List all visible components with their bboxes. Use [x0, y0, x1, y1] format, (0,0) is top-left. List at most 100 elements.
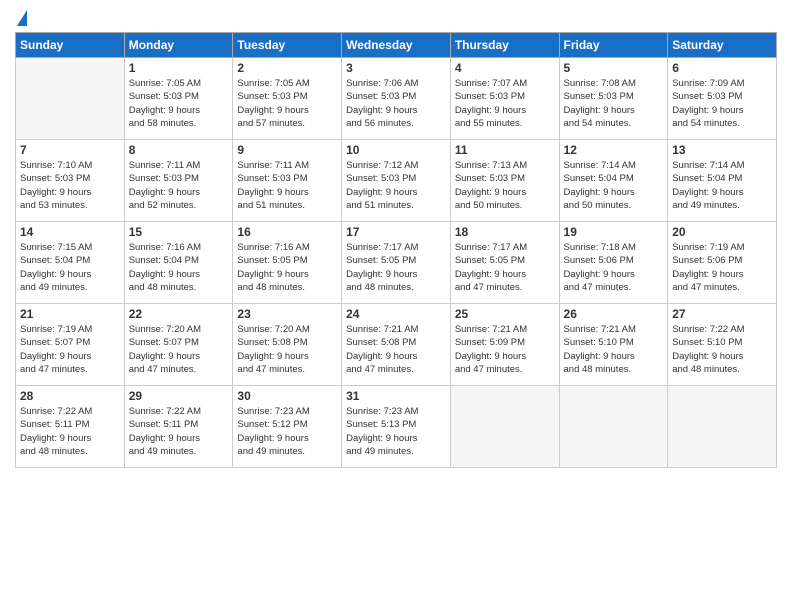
calendar-cell	[16, 58, 125, 140]
column-header-wednesday: Wednesday	[342, 33, 451, 58]
day-number: 6	[672, 61, 772, 75]
day-number: 25	[455, 307, 555, 321]
day-number: 11	[455, 143, 555, 157]
logo-text	[15, 10, 27, 26]
day-number: 1	[129, 61, 229, 75]
day-info: Sunrise: 7:23 AMSunset: 5:12 PMDaylight:…	[237, 405, 337, 458]
day-info: Sunrise: 7:21 AMSunset: 5:09 PMDaylight:…	[455, 323, 555, 376]
calendar-cell: 8Sunrise: 7:11 AMSunset: 5:03 PMDaylight…	[124, 140, 233, 222]
day-info: Sunrise: 7:07 AMSunset: 5:03 PMDaylight:…	[455, 77, 555, 130]
day-info: Sunrise: 7:19 AMSunset: 5:07 PMDaylight:…	[20, 323, 120, 376]
day-number: 2	[237, 61, 337, 75]
calendar-cell: 3 Sunrise: 7:06 AMSunset: 5:03 PMDaylight…	[342, 58, 451, 140]
calendar-cell: 22 Sunrise: 7:20 AMSunset: 5:07 PMDayligh…	[124, 304, 233, 386]
day-info: Sunrise: 7:21 AMSunset: 5:10 PMDaylight:…	[564, 323, 664, 376]
day-info: Sunrise: 7:13 AMSunset: 5:03 PMDaylight:…	[455, 159, 555, 212]
calendar-cell: 13 Sunrise: 7:14 AMSunset: 5:04 PMDayligh…	[668, 140, 777, 222]
calendar-cell: 4 Sunrise: 7:07 AMSunset: 5:03 PMDaylight…	[450, 58, 559, 140]
calendar-cell: 23Sunrise: 7:20 AMSunset: 5:08 PMDayligh…	[233, 304, 342, 386]
day-number: 28	[20, 389, 120, 403]
calendar-cell: 29 Sunrise: 7:22 AMSunset: 5:11 PMDayligh…	[124, 386, 233, 468]
calendar-cell	[668, 386, 777, 468]
day-number: 19	[564, 225, 664, 239]
day-info: Sunrise: 7:18 AMSunset: 5:06 PMDaylight:…	[564, 241, 664, 294]
calendar-cell	[450, 386, 559, 468]
day-number: 22	[129, 307, 229, 321]
day-info: Sunrise: 7:06 AMSunset: 5:03 PMDaylight:…	[346, 77, 446, 130]
logo-triangle-icon	[17, 10, 27, 26]
day-number: 26	[564, 307, 664, 321]
calendar-cell: 25 Sunrise: 7:21 AMSunset: 5:09 PMDayligh…	[450, 304, 559, 386]
day-number: 29	[129, 389, 229, 403]
day-info: Sunrise: 7:21 AMSunset: 5:08 PMDaylight:…	[346, 323, 446, 376]
day-number: 17	[346, 225, 446, 239]
day-info: Sunrise: 7:22 AMSunset: 5:10 PMDaylight:…	[672, 323, 772, 376]
calendar-cell: 12 Sunrise: 7:14 AMSunset: 5:04 PMDayligh…	[559, 140, 668, 222]
day-number: 16	[237, 225, 337, 239]
week-row-1: 1 Sunrise: 7:05 AMSunset: 5:03 PMDaylight…	[16, 58, 777, 140]
day-info: Sunrise: 7:20 AMSunset: 5:08 PMDaylight:…	[237, 323, 337, 376]
calendar-cell: 30Sunrise: 7:23 AMSunset: 5:12 PMDayligh…	[233, 386, 342, 468]
day-info: Sunrise: 7:12 AMSunset: 5:03 PMDaylight:…	[346, 159, 446, 212]
week-row-4: 21 Sunrise: 7:19 AMSunset: 5:07 PMDayligh…	[16, 304, 777, 386]
day-number: 21	[20, 307, 120, 321]
day-number: 7	[20, 143, 120, 157]
calendar-cell: 17Sunrise: 7:17 AMSunset: 5:05 PMDayligh…	[342, 222, 451, 304]
calendar-cell: 2 Sunrise: 7:05 AMSunset: 5:03 PMDaylight…	[233, 58, 342, 140]
calendar-cell: 6 Sunrise: 7:09 AMSunset: 5:03 PMDaylight…	[668, 58, 777, 140]
day-number: 9	[237, 143, 337, 157]
day-info: Sunrise: 7:16 AMSunset: 5:04 PMDaylight:…	[129, 241, 229, 294]
day-number: 24	[346, 307, 446, 321]
day-number: 15	[129, 225, 229, 239]
calendar-cell: 31Sunrise: 7:23 AMSunset: 5:13 PMDayligh…	[342, 386, 451, 468]
day-info: Sunrise: 7:22 AMSunset: 5:11 PMDaylight:…	[20, 405, 120, 458]
day-info: Sunrise: 7:20 AMSunset: 5:07 PMDaylight:…	[129, 323, 229, 376]
calendar-cell: 9 Sunrise: 7:11 AMSunset: 5:03 PMDaylight…	[233, 140, 342, 222]
day-info: Sunrise: 7:05 AMSunset: 5:03 PMDaylight:…	[129, 77, 229, 130]
day-info: Sunrise: 7:15 AMSunset: 5:04 PMDaylight:…	[20, 241, 120, 294]
day-info: Sunrise: 7:11 AMSunset: 5:03 PMDaylight:…	[237, 159, 337, 212]
page: SundayMondayTuesdayWednesdayThursdayFrid…	[0, 0, 792, 612]
column-header-friday: Friday	[559, 33, 668, 58]
day-info: Sunrise: 7:14 AMSunset: 5:04 PMDaylight:…	[672, 159, 772, 212]
calendar-cell: 1 Sunrise: 7:05 AMSunset: 5:03 PMDaylight…	[124, 58, 233, 140]
day-number: 20	[672, 225, 772, 239]
calendar-cell: 10 Sunrise: 7:12 AMSunset: 5:03 PMDayligh…	[342, 140, 451, 222]
calendar-cell: 28 Sunrise: 7:22 AMSunset: 5:11 PMDayligh…	[16, 386, 125, 468]
calendar-cell	[559, 386, 668, 468]
calendar-cell: 19 Sunrise: 7:18 AMSunset: 5:06 PMDayligh…	[559, 222, 668, 304]
day-info: Sunrise: 7:23 AMSunset: 5:13 PMDaylight:…	[346, 405, 446, 458]
week-row-3: 14 Sunrise: 7:15 AMSunset: 5:04 PMDayligh…	[16, 222, 777, 304]
calendar-cell: 7 Sunrise: 7:10 AMSunset: 5:03 PMDaylight…	[16, 140, 125, 222]
day-number: 12	[564, 143, 664, 157]
day-number: 13	[672, 143, 772, 157]
calendar-cell: 21 Sunrise: 7:19 AMSunset: 5:07 PMDayligh…	[16, 304, 125, 386]
day-info: Sunrise: 7:08 AMSunset: 5:03 PMDaylight:…	[564, 77, 664, 130]
day-info: Sunrise: 7:11 AMSunset: 5:03 PMDaylight:…	[129, 159, 229, 212]
column-header-sunday: Sunday	[16, 33, 125, 58]
day-info: Sunrise: 7:09 AMSunset: 5:03 PMDaylight:…	[672, 77, 772, 130]
week-row-5: 28 Sunrise: 7:22 AMSunset: 5:11 PMDayligh…	[16, 386, 777, 468]
header	[15, 10, 777, 26]
column-header-monday: Monday	[124, 33, 233, 58]
day-number: 4	[455, 61, 555, 75]
calendar-cell: 18Sunrise: 7:17 AMSunset: 5:05 PMDayligh…	[450, 222, 559, 304]
column-header-saturday: Saturday	[668, 33, 777, 58]
calendar-cell: 15 Sunrise: 7:16 AMSunset: 5:04 PMDayligh…	[124, 222, 233, 304]
logo	[15, 10, 27, 26]
calendar-cell: 20Sunrise: 7:19 AMSunset: 5:06 PMDayligh…	[668, 222, 777, 304]
day-number: 3	[346, 61, 446, 75]
day-number: 18	[455, 225, 555, 239]
calendar-cell: 26 Sunrise: 7:21 AMSunset: 5:10 PMDayligh…	[559, 304, 668, 386]
day-info: Sunrise: 7:05 AMSunset: 5:03 PMDaylight:…	[237, 77, 337, 130]
day-info: Sunrise: 7:22 AMSunset: 5:11 PMDaylight:…	[129, 405, 229, 458]
day-info: Sunrise: 7:16 AMSunset: 5:05 PMDaylight:…	[237, 241, 337, 294]
day-number: 27	[672, 307, 772, 321]
day-info: Sunrise: 7:10 AMSunset: 5:03 PMDaylight:…	[20, 159, 120, 212]
day-info: Sunrise: 7:14 AMSunset: 5:04 PMDaylight:…	[564, 159, 664, 212]
day-number: 5	[564, 61, 664, 75]
calendar-header-row: SundayMondayTuesdayWednesdayThursdayFrid…	[16, 33, 777, 58]
day-number: 10	[346, 143, 446, 157]
calendar-cell: 24 Sunrise: 7:21 AMSunset: 5:08 PMDayligh…	[342, 304, 451, 386]
day-number: 14	[20, 225, 120, 239]
